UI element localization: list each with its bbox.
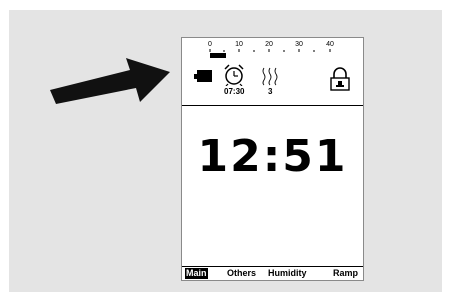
status-row: 07:30 3: [182, 64, 365, 104]
menu-item-ramp[interactable]: Ramp: [332, 268, 359, 279]
alarm-clock-icon: [224, 64, 244, 86]
device-screen: 0 10 20 30 40 07:30 3 12:51 Main Others …: [181, 37, 364, 281]
scale-level-bar: [210, 53, 226, 58]
alarm-time: 07:30: [224, 87, 245, 96]
lock-icon: [330, 67, 350, 91]
humidity-icon: [262, 67, 278, 86]
menu-item-humidity[interactable]: Humidity: [267, 268, 308, 279]
battery-icon: [194, 70, 212, 82]
pointer-arrow-icon: [50, 58, 170, 104]
clock-display: 12:51: [197, 131, 348, 182]
top-divider: [182, 105, 363, 106]
menu-item-main[interactable]: Main: [185, 268, 208, 279]
menu-item-others[interactable]: Others: [226, 268, 257, 279]
humidity-level: 3: [268, 87, 273, 96]
bottom-menu: Main Others Humidity Ramp: [182, 267, 363, 280]
scale-ticks: [209, 49, 331, 58]
pressure-scale: 0 10 20 30 40: [182, 38, 365, 60]
